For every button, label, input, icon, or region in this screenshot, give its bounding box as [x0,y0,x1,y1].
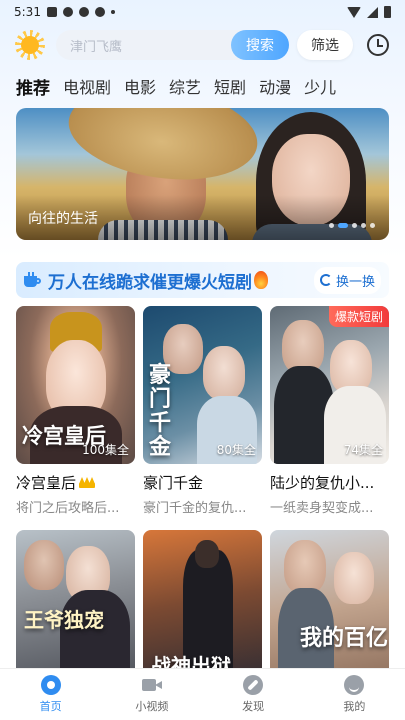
straw-hat-image [62,108,264,191]
crown-icon [79,477,96,488]
nav-discover[interactable]: 发现 [203,669,304,720]
search-button[interactable]: 搜索 [231,30,289,60]
drama-title-row: 冷宫皇后 [16,472,135,493]
coffee-cup-icon [24,272,42,288]
episode-count: 80集全 [216,443,256,457]
more-notifications-dot-icon [110,10,115,14]
drama-card[interactable]: 爆款短剧 74集全 陆少的复仇小... 一纸卖身契变成... [270,306,389,516]
fire-icon [254,271,268,289]
featured-banner[interactable]: 向往的生活 [16,108,389,240]
category-tabs: 推荐 电视剧 电影 综艺 短剧 动漫 少儿 [16,72,396,100]
battery-icon [384,6,391,18]
app-notification-icon-2 [78,7,89,17]
refresh-button[interactable]: 换一换 [313,266,381,294]
nav-me-label: 我的 [343,700,366,713]
hot-badge: 爆款短剧 [328,306,389,327]
drama-card[interactable]: 战神出狱 [143,530,262,688]
bottom-navigation: 首页 小视频 发现 我的 [0,668,405,720]
nav-short-video-label: 小视频 [135,700,169,713]
drama-poster[interactable]: 爆款短剧 74集全 [270,306,389,464]
search-input[interactable]: 津门飞鹰 搜索 [56,30,289,60]
pagination-dot[interactable] [352,223,357,228]
image-notification-icon [46,7,57,17]
drama-card[interactable]: 王爷独宠 [16,530,135,688]
tab-tv-series[interactable]: 电视剧 [63,74,111,98]
profile-face-icon [344,675,365,695]
status-bar: 5:31 [0,0,405,24]
compass-icon [243,675,264,695]
drama-title: 冷宫皇后 [16,474,77,492]
poster-calligraphy: 豪门千金 [149,363,172,460]
drama-subtitle: 将门之后攻略后... [16,501,120,516]
signal-icon [367,6,378,18]
tab-short-drama[interactable]: 短剧 [214,74,246,98]
app-notification-icon-3 [94,7,105,17]
banner-title: 向往的生活 [28,211,98,227]
episode-count: 74集全 [343,443,383,457]
drama-title: 豪门千金 [143,474,204,492]
drama-poster[interactable]: 我的百亿 [270,530,389,688]
pagination-dot[interactable] [329,223,334,228]
refresh-label: 换一换 [335,274,375,290]
drama-title: 陆少的复仇小... [270,474,375,492]
refresh-icon [319,274,332,286]
search-placeholder: 津门飞鹰 [70,39,123,55]
drama-poster[interactable]: 王爷独宠 [16,530,135,688]
drama-poster[interactable]: 豪门千金 80集全 [143,306,262,464]
home-icon [40,675,61,695]
nav-short-video[interactable]: 小视频 [101,669,202,720]
pagination-dot[interactable] [370,223,375,228]
weather-sun-icon[interactable] [14,29,46,61]
nav-home-label: 首页 [39,700,62,713]
pagination-dot[interactable] [361,223,366,228]
pagination-dot-active[interactable] [338,223,348,228]
drama-poster[interactable]: 冷宫皇后 100集全 [16,306,135,464]
tab-recommend[interactable]: 推荐 [16,74,50,99]
tab-kids[interactable]: 少儿 [304,74,336,98]
tab-movies[interactable]: 电影 [124,74,156,98]
tab-variety[interactable]: 综艺 [169,74,201,98]
app-notification-icon [62,7,73,17]
history-clock-icon[interactable] [365,32,391,58]
drama-poster[interactable]: 战神出狱 [143,530,262,688]
video-camera-icon [141,675,162,695]
poster-calligraphy: 王爷独宠 [24,608,104,632]
poster-calligraphy: 我的百亿 [300,626,389,651]
section-header: 万人在线跪求催更爆火短剧 换一换 [16,262,389,298]
episode-count: 100集全 [82,443,129,457]
wifi-icon [347,6,361,18]
tab-anime[interactable]: 动漫 [259,74,291,98]
filter-button[interactable]: 筛选 [297,30,353,60]
nav-me[interactable]: 我的 [304,669,405,720]
nav-home[interactable]: 首页 [0,669,101,720]
status-time: 5:31 [14,5,41,19]
top-bar: 津门飞鹰 搜索 筛选 [0,28,405,62]
banner-pagination [329,223,375,228]
drama-card[interactable]: 冷宫皇后 100集全 冷宫皇后 将门之后攻略后... [16,306,135,516]
drama-subtitle: 一纸卖身契变成... [270,501,374,516]
drama-subtitle: 豪门千金的复仇... [143,501,247,516]
section-title: 万人在线跪求催更爆火短剧 [48,272,252,293]
drama-card[interactable]: 我的百亿 [270,530,389,688]
drama-card[interactable]: 豪门千金 80集全 豪门千金 豪门千金的复仇... [143,306,262,516]
nav-discover-label: 发现 [242,700,265,713]
